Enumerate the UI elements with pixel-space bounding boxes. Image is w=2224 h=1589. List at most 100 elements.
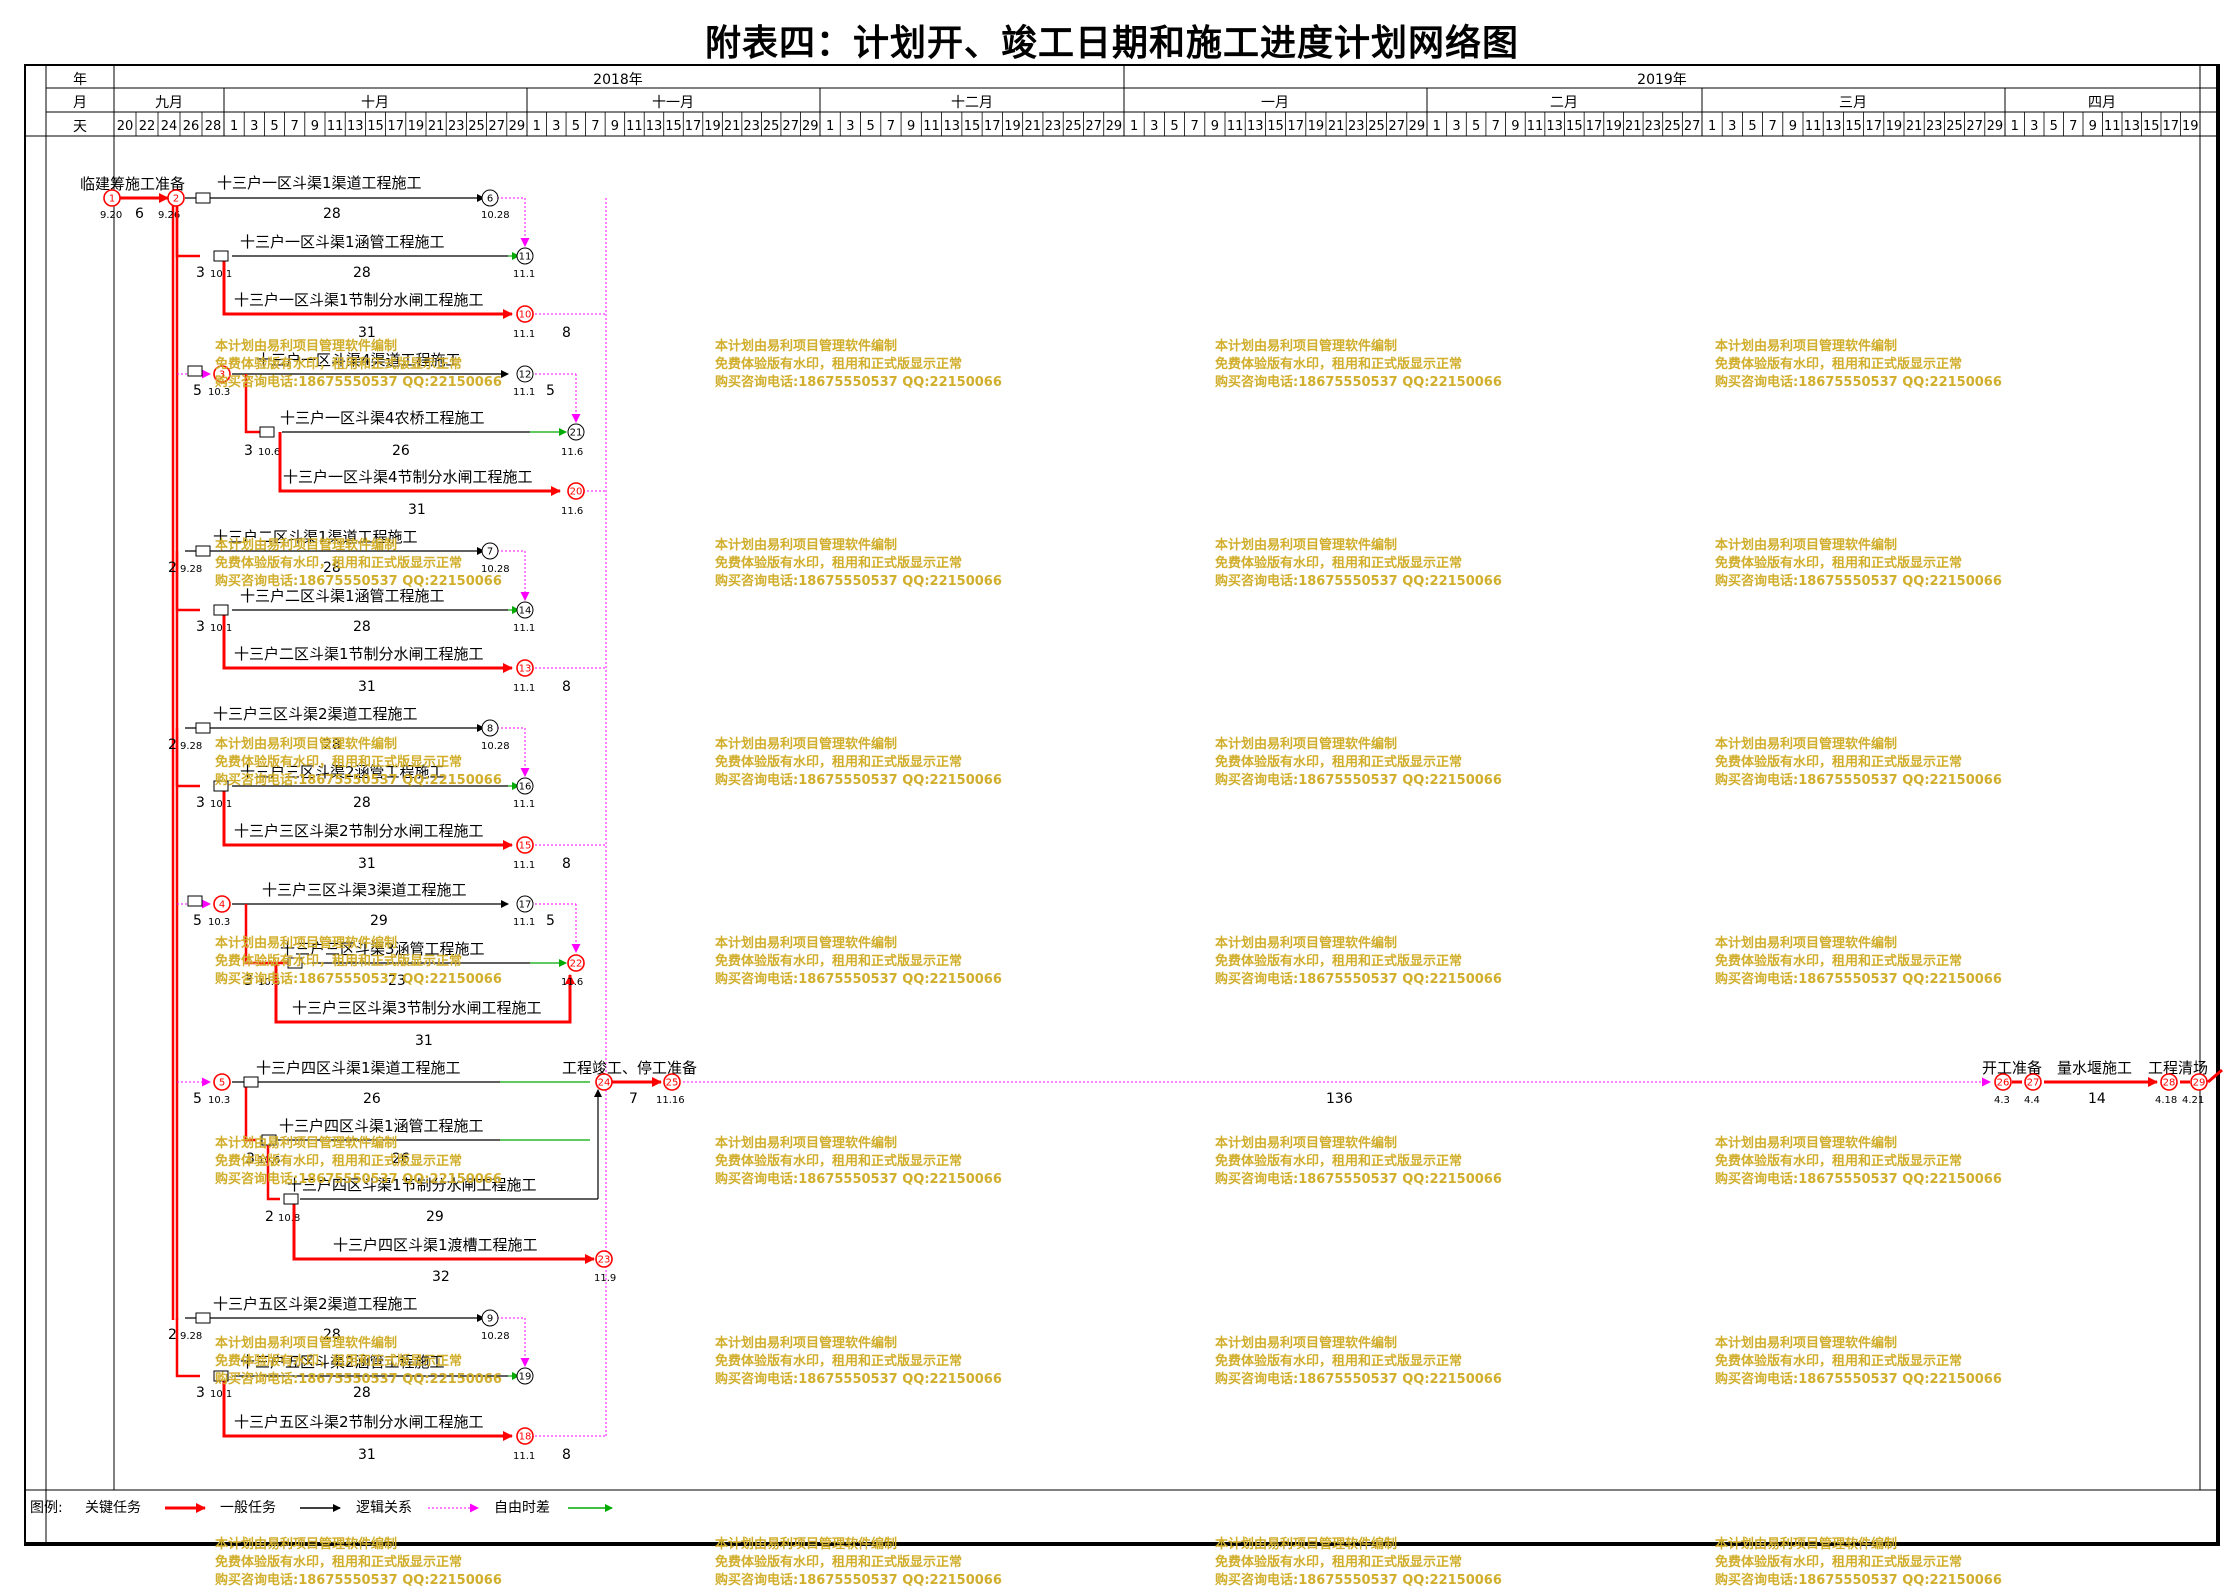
watermark-text: 免费体验版有水印，租用和正式版显示正常 [215, 754, 462, 770]
event-node-label: 24 [598, 1078, 611, 1089]
day-label: 28 [205, 119, 222, 134]
date-111-c: 11.1 [513, 387, 535, 398]
watermark-text: 本计划由易利项目管理软件编制 [1215, 1536, 1397, 1552]
date-116-a: 11.6 [561, 447, 583, 458]
day-label: 27 [1388, 119, 1405, 134]
date-101-c: 10.1 [210, 799, 232, 810]
watermark-text: 免费体验版有水印，租用和正式版显示正常 [1215, 1153, 1462, 1169]
watermark-text: 购买咨询电话:18675550537 QQ:22150066 [1715, 1371, 2002, 1387]
day-label: 25 [1946, 119, 1963, 134]
day-label: 1 [2011, 119, 2019, 134]
watermark-text: 本计划由易利项目管理软件编制 [1715, 537, 1897, 553]
year-2018: 2018年 [593, 72, 643, 88]
task-r5-canal-label: 十三户五区斗渠2渠道工程施工 [213, 1295, 418, 1313]
event-node-label: 12 [519, 370, 532, 381]
watermark-text: 本计划由易利项目管理软件编制 [715, 935, 897, 951]
month-dec: 十二月 [951, 95, 993, 111]
day-label: 1 [1708, 119, 1716, 134]
day-label: 27 [1966, 119, 1983, 134]
month-mar: 三月 [1839, 95, 1867, 111]
day-label: 21 [724, 119, 741, 134]
lag-5-c: 5 [193, 913, 202, 929]
watermark-text: 本计划由易利项目管理软件编制 [715, 736, 897, 752]
lag-5-a: 5 [193, 383, 202, 399]
day-label: 5 [2050, 119, 2058, 134]
day-label: 1 [826, 119, 834, 134]
day-label: 3 [1452, 119, 1460, 134]
task-cofferdam-duration: 14 [2088, 1091, 2106, 1107]
watermark-text: 本计划由易利项目管理软件编制 [215, 1135, 397, 1151]
watermark-text: 免费体验版有水印，租用和正式版显示正常 [215, 953, 462, 969]
watermark-text: 购买咨询电话:18675550537 QQ:22150066 [215, 971, 502, 987]
day-label: 7 [1191, 119, 1199, 134]
day-label: 11 [1527, 119, 1544, 134]
day-label: 17 [387, 119, 404, 134]
lag-2-d: 2 [168, 1327, 177, 1343]
task-r5-sluice-duration: 31 [358, 1447, 376, 1463]
date-111-e: 11.1 [513, 683, 535, 694]
day-label: 3 [2030, 119, 2038, 134]
day-label: 9 [1511, 119, 1519, 134]
watermark-text: 本计划由易利项目管理软件编制 [215, 537, 397, 553]
task-r3-culvert-duration: 28 [353, 795, 371, 811]
date-418: 4.18 [2155, 1095, 2177, 1106]
event-node-label: 26 [1997, 1078, 2010, 1089]
watermark-text: 免费体验版有水印，租用和正式版显示正常 [1715, 356, 1962, 372]
task-r3b-sluice-duration: 31 [415, 1033, 433, 1049]
watermark-text: 购买咨询电话:18675550537 QQ:22150066 [1715, 1171, 2002, 1187]
day-label: 21 [1906, 119, 1923, 134]
watermark-text: 本计划由易利项目管理软件编制 [215, 1536, 397, 1552]
month-sep: 九月 [155, 95, 183, 111]
day-label: 5 [1170, 119, 1178, 134]
task-r3-sluice-label: 十三户三区斗渠2节制分水闸工程施工 [234, 822, 484, 840]
day-label: 7 [1769, 119, 1777, 134]
day-label: 21 [1328, 119, 1345, 134]
task-r3-sluice-duration: 31 [358, 856, 376, 872]
legend-critical-label: 关键任务 [85, 1500, 141, 1516]
day-label: 19 [704, 119, 721, 134]
day-label: 15 [2143, 119, 2160, 134]
event-node-label: 22 [570, 959, 583, 970]
day-label: 24 [161, 119, 178, 134]
day-label: 5 [1748, 119, 1756, 134]
watermark-text: 免费体验版有水印，租用和正式版显示正常 [215, 1153, 462, 1169]
task-r3b-canal-duration: 29 [370, 913, 388, 929]
watermark-text: 本计划由易利项目管理软件编制 [1215, 736, 1397, 752]
event-node-label: 2 [173, 194, 179, 205]
watermark-text: 本计划由易利项目管理软件编制 [1215, 338, 1397, 354]
day-label: 1 [533, 119, 541, 134]
task-r4-flume-label: 十三户四区斗渠1渡槽工程施工 [333, 1236, 538, 1254]
row-label-month: 月 [73, 95, 87, 111]
watermark-text: 购买咨询电话:18675550537 QQ:22150066 [715, 971, 1002, 987]
day-label: 23 [1926, 119, 1943, 134]
day-label: 7 [1492, 119, 1500, 134]
event-node-label: 16 [519, 782, 532, 793]
task-r1-sluice-label: 十三户一区斗渠1节制分水闸工程施工 [234, 291, 484, 309]
watermark-text: 本计划由易利项目管理软件编制 [715, 537, 897, 553]
day-label: 25 [1368, 119, 1385, 134]
watermark-text: 购买咨询电话:18675550537 QQ:22150066 [215, 1572, 502, 1588]
date-111-f: 11.1 [513, 799, 535, 810]
event-node-label: 29 [2193, 1078, 2206, 1089]
watermark-text: 免费体验版有水印，租用和正式版显示正常 [715, 953, 962, 969]
task-r4-sluice-duration: 29 [426, 1209, 444, 1225]
watermark-text: 本计划由易利项目管理软件编制 [1215, 537, 1397, 553]
lag-2-c: 2 [265, 1209, 274, 1225]
date-111-h: 11.1 [513, 917, 535, 928]
month-oct: 十月 [361, 95, 389, 111]
day-label: 22 [139, 119, 156, 134]
watermark-text: 购买咨询电话:18675550537 QQ:22150066 [1715, 1572, 2002, 1588]
day-label: 17 [685, 119, 702, 134]
day-label: 9 [907, 119, 915, 134]
day-label: 25 [763, 119, 780, 134]
watermark-text: 免费体验版有水印，租用和正式版显示正常 [1215, 1353, 1462, 1369]
watermark-text: 购买咨询电话:18675550537 QQ:22150066 [715, 1572, 1002, 1588]
day-label: 3 [846, 119, 854, 134]
task-r1-culvert-link [175, 198, 200, 258]
watermark-text: 免费体验版有水印，租用和正式版显示正常 [1715, 1554, 1962, 1570]
day-label: 15 [1267, 119, 1284, 134]
task-start-marker [259, 426, 275, 438]
legend-logic-label: 逻辑关系 [356, 1500, 412, 1516]
event-node-label: 18 [519, 1432, 532, 1443]
task-r4-flume-duration: 32 [432, 1269, 450, 1285]
